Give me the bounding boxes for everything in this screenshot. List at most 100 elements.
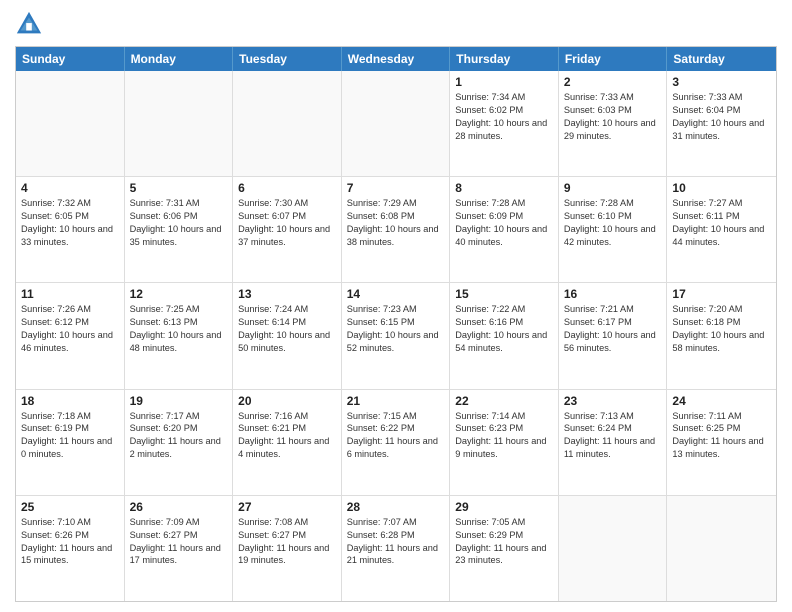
day-info: Sunrise: 7:17 AM Sunset: 6:20 PM Dayligh… — [130, 410, 228, 462]
empty-cell — [125, 71, 234, 176]
day-number: 19 — [130, 394, 228, 408]
empty-cell — [16, 71, 125, 176]
header — [15, 10, 777, 38]
day-info: Sunrise: 7:16 AM Sunset: 6:21 PM Dayligh… — [238, 410, 336, 462]
day-cell-24: 24 Sunrise: 7:11 AM Sunset: 6:25 PM Dayli… — [667, 390, 776, 495]
calendar-row-4: 18Sunrise: 7:18 AM Sunset: 6:19 PM Dayli… — [16, 390, 776, 496]
day-cell-17: 17Sunrise: 7:20 AM Sunset: 6:18 PM Dayli… — [667, 283, 776, 388]
day-info: Sunrise: 7:22 AM Sunset: 6:16 PM Dayligh… — [455, 303, 553, 355]
day-cell-8: 8 Sunrise: 7:28 AM Sunset: 6:09 PM Daylig… — [450, 177, 559, 282]
day-cell-22: 22 Sunrise: 7:14 AM Sunset: 6:23 PM Dayli… — [450, 390, 559, 495]
day-cell-25: 25 Sunrise: 7:10 AM Sunset: 6:26 PM Dayli… — [16, 496, 125, 601]
header-day-wednesday: Wednesday — [342, 47, 451, 71]
day-info: Sunrise: 7:09 AM Sunset: 6:27 PM Dayligh… — [130, 516, 228, 568]
day-info: Sunrise: 7:29 AM Sunset: 6:08 PM Dayligh… — [347, 197, 445, 249]
day-info: Sunrise: 7:27 AM Sunset: 6:11 PM Dayligh… — [672, 197, 771, 249]
day-info: Sunrise: 7:33 AM Sunset: 6:03 PM Dayligh… — [564, 91, 662, 143]
day-info: Sunrise: 7:33 AM Sunset: 6:04 PM Dayligh… — [672, 91, 771, 143]
day-number: 21 — [347, 394, 445, 408]
day-number: 10 — [672, 181, 771, 195]
day-info: Sunrise: 7:28 AM Sunset: 6:09 PM Dayligh… — [455, 197, 553, 249]
header-day-thursday: Thursday — [450, 47, 559, 71]
day-number: 23 — [564, 394, 662, 408]
day-number: 20 — [238, 394, 336, 408]
day-cell-18: 18Sunrise: 7:18 AM Sunset: 6:19 PM Dayli… — [16, 390, 125, 495]
day-info: Sunrise: 7:15 AM Sunset: 6:22 PM Dayligh… — [347, 410, 445, 462]
header-day-tuesday: Tuesday — [233, 47, 342, 71]
day-cell-27: 27 Sunrise: 7:08 AM Sunset: 6:27 PM Dayli… — [233, 496, 342, 601]
day-cell-7: 7Sunrise: 7:29 AM Sunset: 6:08 PM Daylig… — [342, 177, 451, 282]
calendar-row-3: 11Sunrise: 7:26 AM Sunset: 6:12 PM Dayli… — [16, 283, 776, 389]
day-cell-29: 29Sunrise: 7:05 AM Sunset: 6:29 PM Dayli… — [450, 496, 559, 601]
day-info: Sunrise: 7:34 AM Sunset: 6:02 PM Dayligh… — [455, 91, 553, 143]
day-cell-6: 6 Sunrise: 7:30 AM Sunset: 6:07 PM Daylig… — [233, 177, 342, 282]
logo — [15, 10, 47, 38]
day-number: 4 — [21, 181, 119, 195]
day-info: Sunrise: 7:11 AM Sunset: 6:25 PM Dayligh… — [672, 410, 771, 462]
day-cell-23: 23 Sunrise: 7:13 AM Sunset: 6:24 PM Dayli… — [559, 390, 668, 495]
day-cell-10: 10 Sunrise: 7:27 AM Sunset: 6:11 PM Dayli… — [667, 177, 776, 282]
day-cell-19: 19 Sunrise: 7:17 AM Sunset: 6:20 PM Dayli… — [125, 390, 234, 495]
day-info: Sunrise: 7:24 AM Sunset: 6:14 PM Dayligh… — [238, 303, 336, 355]
day-cell-26: 26Sunrise: 7:09 AM Sunset: 6:27 PM Dayli… — [125, 496, 234, 601]
calendar-row-5: 25 Sunrise: 7:10 AM Sunset: 6:26 PM Dayli… — [16, 496, 776, 601]
empty-cell — [342, 71, 451, 176]
day-info: Sunrise: 7:30 AM Sunset: 6:07 PM Dayligh… — [238, 197, 336, 249]
day-number: 28 — [347, 500, 445, 514]
day-info: Sunrise: 7:08 AM Sunset: 6:27 PM Dayligh… — [238, 516, 336, 568]
page: SundayMondayTuesdayWednesdayThursdayFrid… — [0, 0, 792, 612]
day-number: 6 — [238, 181, 336, 195]
day-info: Sunrise: 7:32 AM Sunset: 6:05 PM Dayligh… — [21, 197, 119, 249]
day-number: 27 — [238, 500, 336, 514]
calendar-header: SundayMondayTuesdayWednesdayThursdayFrid… — [16, 47, 776, 71]
header-day-saturday: Saturday — [667, 47, 776, 71]
day-info: Sunrise: 7:23 AM Sunset: 6:15 PM Dayligh… — [347, 303, 445, 355]
day-cell-20: 20 Sunrise: 7:16 AM Sunset: 6:21 PM Dayli… — [233, 390, 342, 495]
day-cell-16: 16 Sunrise: 7:21 AM Sunset: 6:17 PM Dayli… — [559, 283, 668, 388]
day-number: 5 — [130, 181, 228, 195]
day-cell-15: 15 Sunrise: 7:22 AM Sunset: 6:16 PM Dayli… — [450, 283, 559, 388]
day-cell-14: 14 Sunrise: 7:23 AM Sunset: 6:15 PM Dayli… — [342, 283, 451, 388]
day-info: Sunrise: 7:05 AM Sunset: 6:29 PM Dayligh… — [455, 516, 553, 568]
day-cell-28: 28 Sunrise: 7:07 AM Sunset: 6:28 PM Dayli… — [342, 496, 451, 601]
day-number: 16 — [564, 287, 662, 301]
day-number: 18 — [21, 394, 119, 408]
day-cell-12: 12 Sunrise: 7:25 AM Sunset: 6:13 PM Dayli… — [125, 283, 234, 388]
day-info: Sunrise: 7:13 AM Sunset: 6:24 PM Dayligh… — [564, 410, 662, 462]
day-number: 9 — [564, 181, 662, 195]
day-cell-1: 1 Sunrise: 7:34 AM Sunset: 6:02 PM Daylig… — [450, 71, 559, 176]
empty-cell — [667, 496, 776, 601]
day-info: Sunrise: 7:31 AM Sunset: 6:06 PM Dayligh… — [130, 197, 228, 249]
calendar-body: 1 Sunrise: 7:34 AM Sunset: 6:02 PM Daylig… — [16, 71, 776, 601]
day-info: Sunrise: 7:21 AM Sunset: 6:17 PM Dayligh… — [564, 303, 662, 355]
day-number: 3 — [672, 75, 771, 89]
day-info: Sunrise: 7:10 AM Sunset: 6:26 PM Dayligh… — [21, 516, 119, 568]
day-cell-3: 3 Sunrise: 7:33 AM Sunset: 6:04 PM Daylig… — [667, 71, 776, 176]
header-day-friday: Friday — [559, 47, 668, 71]
logo-icon — [15, 10, 43, 38]
day-number: 15 — [455, 287, 553, 301]
day-number: 12 — [130, 287, 228, 301]
day-info: Sunrise: 7:26 AM Sunset: 6:12 PM Dayligh… — [21, 303, 119, 355]
day-info: Sunrise: 7:07 AM Sunset: 6:28 PM Dayligh… — [347, 516, 445, 568]
day-number: 1 — [455, 75, 553, 89]
day-cell-5: 5 Sunrise: 7:31 AM Sunset: 6:06 PM Daylig… — [125, 177, 234, 282]
calendar-row-2: 4 Sunrise: 7:32 AM Sunset: 6:05 PM Daylig… — [16, 177, 776, 283]
day-number: 22 — [455, 394, 553, 408]
header-day-sunday: Sunday — [16, 47, 125, 71]
calendar: SundayMondayTuesdayWednesdayThursdayFrid… — [15, 46, 777, 602]
day-number: 13 — [238, 287, 336, 301]
day-cell-21: 21 Sunrise: 7:15 AM Sunset: 6:22 PM Dayli… — [342, 390, 451, 495]
day-number: 24 — [672, 394, 771, 408]
day-info: Sunrise: 7:14 AM Sunset: 6:23 PM Dayligh… — [455, 410, 553, 462]
day-number: 8 — [455, 181, 553, 195]
calendar-row-1: 1 Sunrise: 7:34 AM Sunset: 6:02 PM Daylig… — [16, 71, 776, 177]
day-number: 14 — [347, 287, 445, 301]
empty-cell — [559, 496, 668, 601]
day-number: 25 — [21, 500, 119, 514]
day-info: Sunrise: 7:20 AM Sunset: 6:18 PM Dayligh… — [672, 303, 771, 355]
day-info: Sunrise: 7:25 AM Sunset: 6:13 PM Dayligh… — [130, 303, 228, 355]
day-cell-11: 11Sunrise: 7:26 AM Sunset: 6:12 PM Dayli… — [16, 283, 125, 388]
header-day-monday: Monday — [125, 47, 234, 71]
day-number: 2 — [564, 75, 662, 89]
